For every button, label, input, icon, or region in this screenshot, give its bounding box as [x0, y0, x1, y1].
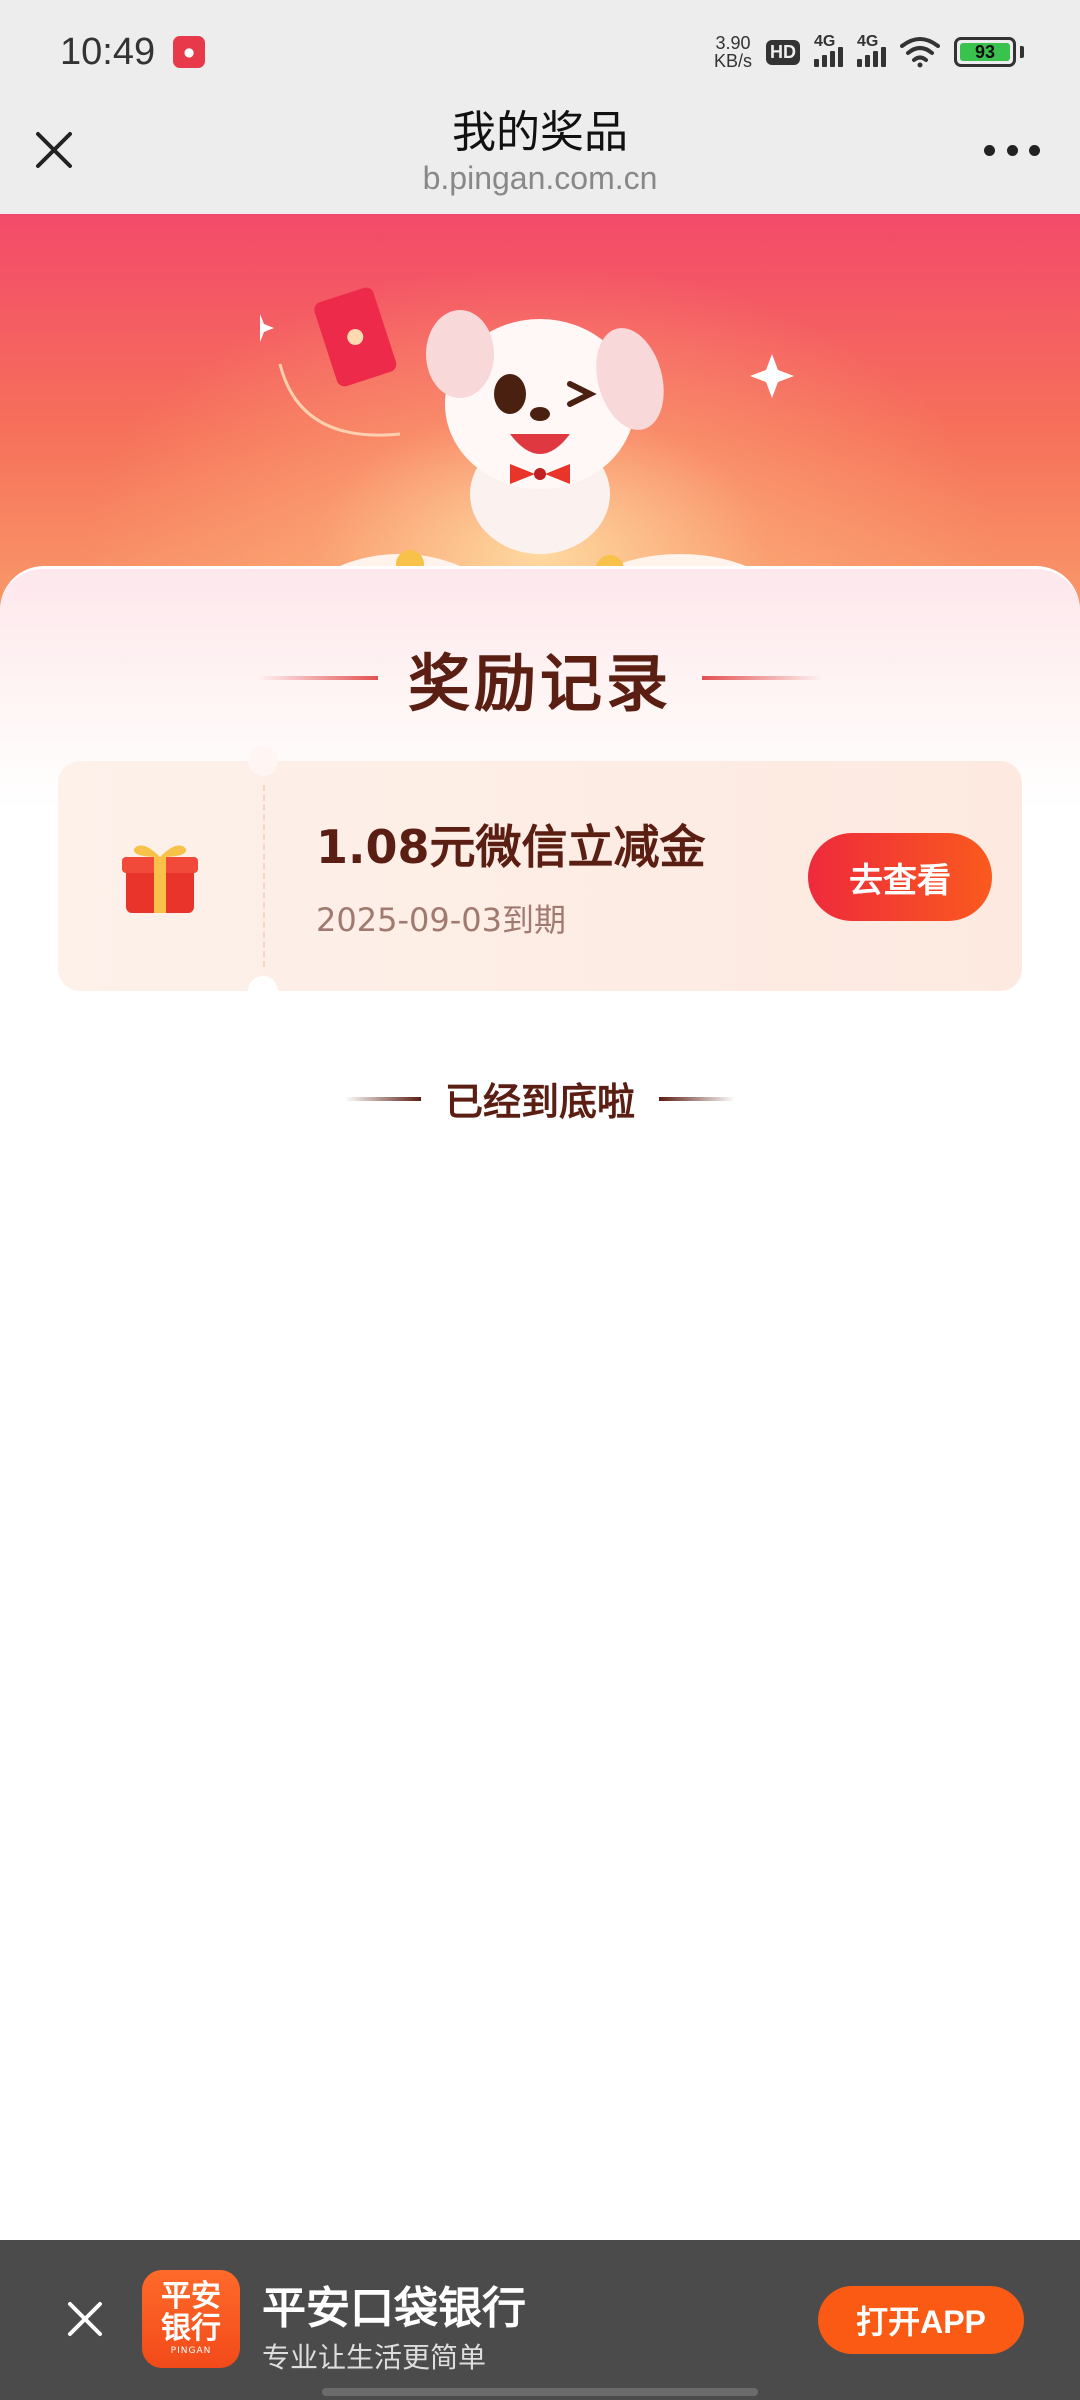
cellular-signal-icon: 4G [814, 33, 843, 67]
reward-expiry: 2025-09-03到期 [316, 901, 566, 939]
app-logo: 平安 银行 PINGAN [142, 2270, 240, 2368]
notification-app-icon: ● [173, 36, 206, 68]
app-logo-line2: 银行 [161, 2311, 221, 2346]
page-title: 我的奖品 [452, 107, 628, 158]
cellular-signal-icon-2: 4G [857, 33, 886, 67]
signal-label: 4G [814, 33, 836, 50]
decorative-line [702, 676, 822, 680]
section-header: 奖励记录 [0, 633, 1080, 723]
decorative-line [257, 676, 378, 680]
app-download-banner: 平安 银行 PINGAN 平安口袋银行 专业让生活更简单 打开APP [0, 2240, 1080, 2400]
close-banner-icon[interactable] [62, 2296, 108, 2342]
decorative-line [344, 1096, 421, 1101]
view-reward-button[interactable]: 去查看 [808, 833, 992, 921]
reward-card: 1.08元微信立减金 2025-09-03到期 去查看 [58, 746, 1022, 1006]
end-of-list-text: 已经到底啦 [444, 1080, 635, 1124]
network-speed-unit: KB/s [713, 51, 752, 71]
home-indicator[interactable] [322, 2388, 758, 2396]
gift-box-icon [122, 845, 198, 913]
rewards-panel: 奖励记录 1.08元微信立减金 2025-09-03到期 去查看 已经到底啦 [0, 566, 1080, 2266]
mascot-illustration [260, 287, 794, 614]
ticket-divider [263, 785, 265, 967]
signal-label-2: 4G [857, 33, 879, 50]
open-app-button[interactable]: 打开APP [818, 2286, 1024, 2354]
network-speed-value: 3.90 [715, 33, 751, 53]
app-name: 平安口袋银行 [262, 2283, 526, 2334]
page-url: b.pingan.com.cn [422, 160, 658, 196]
battery-level: 93 [974, 41, 996, 62]
app-logo-sub: PINGAN [170, 2346, 212, 2356]
reward-name: 1.08元微信立减金 [316, 820, 706, 874]
navigation-bar: 我的奖品 b.pingan.com.cn [0, 104, 1080, 214]
status-time: 10:49 [60, 30, 156, 73]
wifi-icon [900, 37, 940, 68]
status-indicators: 3.90 KB/s HD 4G 4G 93 [714, 33, 1024, 70]
header-banner [0, 214, 1080, 614]
network-speed: 3.90 KB/s [714, 34, 752, 70]
more-options-icon[interactable] [984, 142, 1040, 158]
app-slogan: 专业让生活更简单 [262, 2341, 487, 2374]
decorative-line [659, 1096, 735, 1101]
section-title: 奖励记录 [407, 647, 672, 720]
end-of-list: 已经到底啦 [0, 1071, 1080, 1126]
battery-icon: 93 [954, 37, 1016, 67]
app-logo-line1: 平安 [161, 2279, 221, 2314]
hd-icon: HD [766, 39, 800, 65]
status-bar: 10:49 ● 3.90 KB/s HD 4G 4G 93 [0, 0, 1080, 104]
